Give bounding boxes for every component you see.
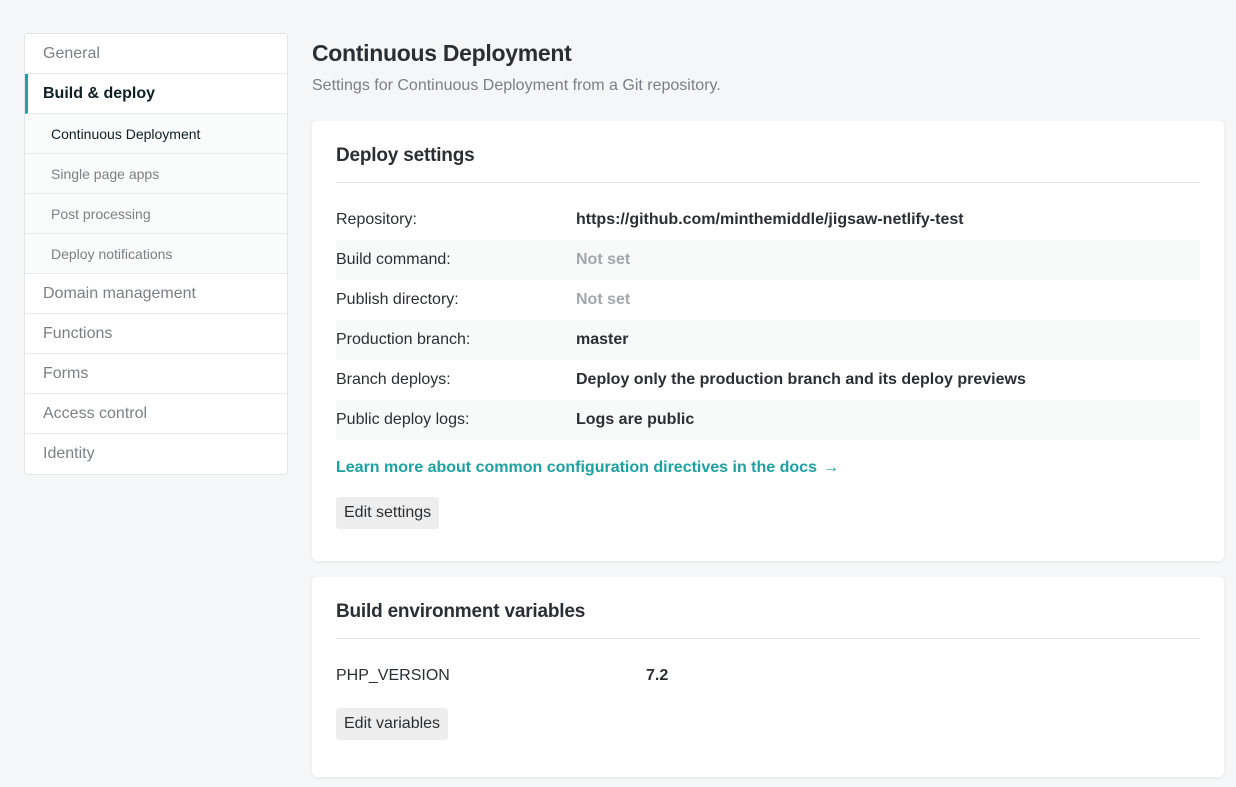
setting-label: Build command: bbox=[336, 251, 451, 268]
setting-label: Branch deploys: bbox=[336, 371, 451, 388]
sidebar-item-general[interactable]: General bbox=[25, 34, 287, 74]
sidebar-subitem-single-page-apps[interactable]: Single page apps bbox=[25, 154, 287, 194]
setting-row-repository: Repository: https://github.com/minthemid… bbox=[336, 200, 1200, 240]
build-command-value: Not set bbox=[576, 251, 631, 268]
env-var-row: PHP_VERSION 7.2 bbox=[336, 656, 1200, 696]
docs-link[interactable]: Learn more about common configuration di… bbox=[336, 459, 839, 477]
docs-link-text: Learn more about common configuration di… bbox=[336, 459, 817, 476]
env-vars-title: Build environment variables bbox=[336, 577, 1200, 639]
settings-sidebar: General Build & deploy Continuous Deploy… bbox=[24, 33, 288, 475]
setting-label: Production branch: bbox=[336, 331, 471, 348]
deploy-settings-actions: Edit settings bbox=[336, 497, 1200, 529]
sidebar-subitem-post-processing[interactable]: Post processing bbox=[25, 194, 287, 234]
branch-deploys-value: Deploy only the production branch and it… bbox=[576, 371, 1026, 388]
sidebar-item-domain-management[interactable]: Domain management bbox=[25, 274, 287, 314]
env-vars-card: Build environment variables PHP_VERSION … bbox=[312, 577, 1224, 777]
sidebar-item-identity[interactable]: Identity bbox=[25, 434, 287, 474]
deploy-settings-title: Deploy settings bbox=[336, 121, 1200, 183]
sidebar-item-functions[interactable]: Functions bbox=[25, 314, 287, 354]
repository-value: https://github.com/minthemiddle/jigsaw-n… bbox=[576, 211, 964, 228]
setting-label: Publish directory: bbox=[336, 291, 459, 308]
publish-directory-value: Not set bbox=[576, 291, 631, 308]
setting-row-build-command: Build command: Not set bbox=[336, 240, 1200, 280]
page-subtitle: Settings for Continuous Deployment from … bbox=[312, 77, 721, 94]
public-deploy-logs-value: Logs are public bbox=[576, 411, 695, 428]
env-var-key: PHP_VERSION bbox=[336, 667, 450, 684]
edit-variables-button[interactable]: Edit variables bbox=[336, 708, 449, 740]
sidebar-item-forms[interactable]: Forms bbox=[25, 354, 287, 394]
setting-row-publish-directory: Publish directory: Not set bbox=[336, 280, 1200, 320]
sidebar-item-access-control[interactable]: Access control bbox=[25, 394, 287, 434]
page-title: Continuous Deployment bbox=[312, 40, 572, 66]
setting-row-production-branch: Production branch: master bbox=[336, 320, 1200, 360]
production-branch-value: master bbox=[576, 331, 629, 348]
deploy-settings-list: Repository: https://github.com/minthemid… bbox=[336, 200, 1200, 440]
setting-row-public-deploy-logs: Public deploy logs: Logs are public bbox=[336, 400, 1200, 440]
setting-row-branch-deploys: Branch deploys: Deploy only the producti… bbox=[336, 360, 1200, 400]
env-var-value: 7.2 bbox=[646, 667, 669, 684]
sidebar-subitem-deploy-notifications[interactable]: Deploy notifications bbox=[25, 234, 287, 274]
deploy-settings-card: Deploy settings Repository: https://gith… bbox=[312, 121, 1224, 561]
sidebar-item-build-deploy[interactable]: Build & deploy bbox=[25, 74, 287, 114]
setting-label: Repository: bbox=[336, 211, 417, 228]
setting-label: Public deploy logs: bbox=[336, 411, 470, 428]
sidebar-subitem-continuous-deployment[interactable]: Continuous Deployment bbox=[25, 114, 287, 154]
arrow-right-icon: → bbox=[822, 459, 839, 476]
edit-settings-button[interactable]: Edit settings bbox=[336, 497, 440, 529]
main-content: Continuous Deployment Settings for Conti… bbox=[312, 40, 1224, 777]
env-vars-actions: Edit variables bbox=[336, 708, 1200, 740]
